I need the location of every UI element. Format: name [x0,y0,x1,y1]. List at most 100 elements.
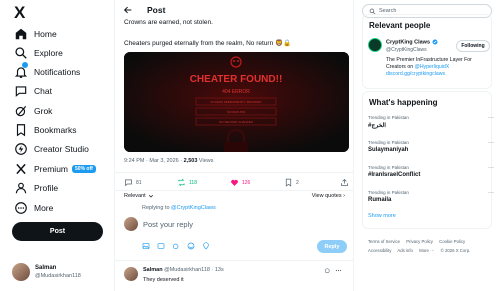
media-line: NO RETURN [227,110,245,114]
trend-title: #الخرج [368,123,386,129]
chat-icon [15,86,27,97]
whats-happening-title: What's happening [369,98,438,107]
replying-to: Replying to @CryptKingClaws [142,205,216,211]
footer-link[interactable]: More ··· [419,248,434,253]
media-line: ACCESS PERMANENTLY REVOKED [211,100,263,104]
grok-icon[interactable] [172,242,180,250]
reply-text: They deserved it [143,277,184,283]
replying-to-handle[interactable]: @CryptKingClaws [171,205,216,211]
footer-link[interactable]: Ads info [397,248,413,253]
media-subheadline: 404 ERROR [222,89,250,95]
nav-item-notifications[interactable]: Notifications [14,62,81,80]
like-action[interactable]: 126 [230,178,250,187]
more-dots-icon[interactable] [335,267,342,274]
bookmark-action[interactable]: 2 [284,178,299,187]
repost-count: 118 [189,179,197,186]
gif-icon[interactable] [157,242,165,250]
lightning-icon [15,143,27,155]
cheater-found-graphic: CHEATER FOUND!! 404 ERROR ACCESS PERMANE… [124,52,349,152]
trend-more-icon[interactable]: ··· [488,165,494,171]
premium-discount-badge: 50% off [72,165,96,173]
trend-item[interactable]: Trending in Pakistan #الخرج [368,115,409,129]
footer-link[interactable]: Cookie Policy [439,239,465,244]
repost-icon [178,178,185,187]
account-name: Salman [35,265,57,271]
post-text-line2: Cheaters purged eternally from the realm… [124,40,292,47]
bio-mention-link[interactable]: @HyperliquidX [415,64,450,70]
image-icon[interactable] [142,242,150,250]
emoji-icon[interactable] [187,242,195,250]
back-arrow-icon[interactable] [123,5,133,15]
nav-item-label: Home [34,29,57,39]
nav-item-more[interactable]: More [14,200,53,216]
account-switcher[interactable]: Salman @Mudasirkhan118 [12,261,108,283]
post-timestamp: 9:24 PM · Mar 3, 2026 · [124,158,184,164]
trend-more-icon[interactable]: ··· [488,190,494,196]
x-logo-icon[interactable]: X [14,4,32,22]
post-header: Post [115,0,353,20]
trend-more-icon[interactable]: ··· [488,115,494,121]
avatar [124,217,138,231]
reply-button[interactable]: Reply [317,240,347,253]
trend-item[interactable]: Trending in Pakistan #IranIsraelConflict [368,165,420,178]
avatar[interactable] [368,38,382,52]
media-headline: CHEATER FOUND!! [190,74,283,85]
account-handle: @Mudasirkhan118 [35,273,81,279]
reply-input[interactable]: Post your reply [143,220,193,229]
trend-item[interactable]: Trending in Pakistan Rumaila [368,190,409,203]
reply-author[interactable]: Salman @Mudasirkhan118 · 13s [143,267,224,273]
view-count: 2,503 [183,158,198,164]
nav-item-home[interactable]: Home [14,26,57,42]
whats-happening-panel: What's happening [362,91,492,229]
share-action[interactable] [340,178,352,187]
reply-author-name: Salman [143,267,163,273]
person-name[interactable]: CryptKing Claws [386,39,438,45]
post-button[interactable]: Post [12,222,103,241]
location-icon[interactable] [202,242,210,250]
trend-context: Trending in Pakistan [368,190,409,195]
bookmark-count: 2 [296,179,299,186]
verified-badge-icon [432,39,438,45]
view-quotes-link[interactable]: View quotes › [312,193,345,199]
reply-action[interactable]: 81 [124,178,142,187]
avatar [12,263,30,281]
trend-item[interactable]: Trending in Pakistan Sulaymaniyah [368,140,409,153]
person-handle: @CryptKingClaws [386,47,427,53]
trend-title: Sulaymaniyah [368,147,409,153]
footer-link[interactable]: Terms of Service [368,239,400,244]
bookmark-icon [285,178,292,187]
avatar [124,267,138,281]
nav-item-label: Notifications [34,67,81,77]
more-icon [15,202,27,214]
nav-item-chat[interactable]: Chat [14,83,52,99]
divider [115,190,353,191]
following-button[interactable]: Following [456,40,490,52]
reply-sort-dropdown[interactable]: Relevant [124,193,154,199]
nav-item-creator-studio[interactable]: Creator Studio [14,141,89,157]
footer-link[interactable]: Privacy Policy [406,239,433,244]
divider [115,260,353,261]
nav-item-grok[interactable]: Grok [14,103,52,119]
post-actions: 81 118 126 2 [124,178,349,190]
post-media-image[interactable]: CHEATER FOUND!! 404 ERROR ACCESS PERMANE… [124,52,349,152]
nav-item-explore[interactable]: Explore [14,45,63,61]
chevron-down-icon [148,194,153,198]
heart-icon [231,179,238,186]
trend-context: Trending in Pakistan [368,140,409,145]
trend-title: #IranIsraelConflict [368,172,421,178]
repost-action[interactable]: 118 [177,178,197,187]
trend-context: Trending in Pakistan [368,115,409,120]
relevant-people-title: Relevant people [369,21,431,30]
bio-url-link[interactable]: discord.gg/cryptkingclaws [386,71,445,77]
trend-context: Trending in Pakistan [368,165,409,170]
grok-icon[interactable] [324,267,331,274]
nav-item-premium[interactable]: Premium 50% off [14,161,96,177]
notification-badge [22,62,28,68]
nav-item-label: Explore [34,48,63,58]
nav-item-profile[interactable]: Profile [14,180,58,196]
trend-more-icon[interactable]: ··· [488,140,494,146]
nav-item-bookmarks[interactable]: Bookmarks [14,122,77,138]
footer-link[interactable]: Accessibility [368,248,391,253]
show-more-link[interactable]: Show more [368,213,396,219]
nav-item-label: Chat [34,86,52,96]
